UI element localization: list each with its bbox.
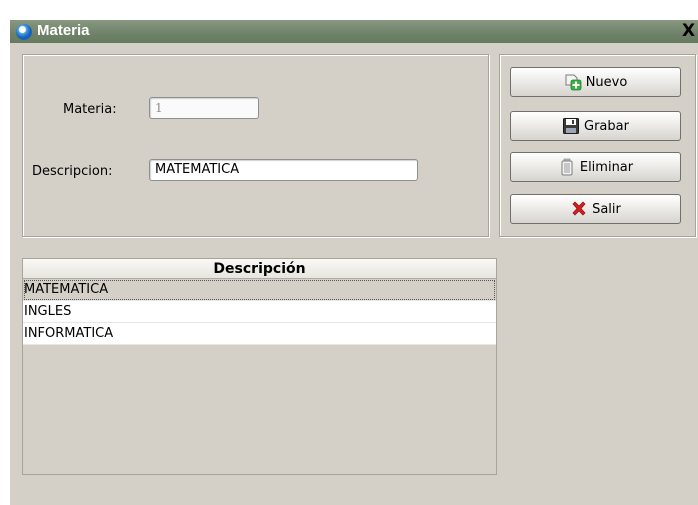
window-title: Materia bbox=[37, 22, 90, 39]
close-icon[interactable]: X bbox=[682, 21, 695, 41]
salir-button[interactable]: Salir bbox=[510, 194, 681, 224]
button-panel: Nuevo Grabar Eliminar Salir bbox=[499, 54, 696, 237]
grabar-label: Grabar bbox=[584, 118, 629, 134]
floppy-disk-icon bbox=[562, 117, 580, 135]
table-row[interactable]: INGLES bbox=[23, 301, 496, 323]
materia-id-field[interactable]: 1 bbox=[149, 97, 259, 119]
window: Materia X Materia: 1 Descripcion: MATEMA… bbox=[10, 20, 698, 505]
red-x-icon bbox=[570, 200, 588, 218]
nuevo-label: Nuevo bbox=[585, 74, 628, 90]
salir-label: Salir bbox=[592, 201, 621, 217]
table-row[interactable]: INFORMATICA bbox=[23, 323, 496, 345]
title-bar[interactable]: Materia X bbox=[10, 20, 698, 43]
form-panel: Materia: 1 Descripcion: MATEMATICA bbox=[22, 54, 489, 237]
table-row[interactable]: MATEMATICA bbox=[23, 279, 496, 301]
trash-bin-icon bbox=[558, 158, 576, 176]
grabar-button[interactable]: Grabar bbox=[510, 111, 681, 141]
descripcion-field[interactable]: MATEMATICA bbox=[149, 159, 418, 181]
add-document-icon bbox=[564, 73, 582, 91]
eliminar-label: Eliminar bbox=[579, 159, 634, 175]
column-header-descripcion[interactable]: Descripción bbox=[23, 259, 496, 279]
materia-label: Materia: bbox=[63, 102, 117, 117]
app-globe-icon bbox=[16, 24, 32, 40]
nuevo-button[interactable]: Nuevo bbox=[510, 67, 681, 97]
eliminar-button[interactable]: Eliminar bbox=[510, 152, 681, 182]
descripcion-label: Descripcion: bbox=[32, 164, 113, 179]
materias-table: Descripción MATEMATICA INGLES INFORMATIC… bbox=[22, 258, 497, 475]
